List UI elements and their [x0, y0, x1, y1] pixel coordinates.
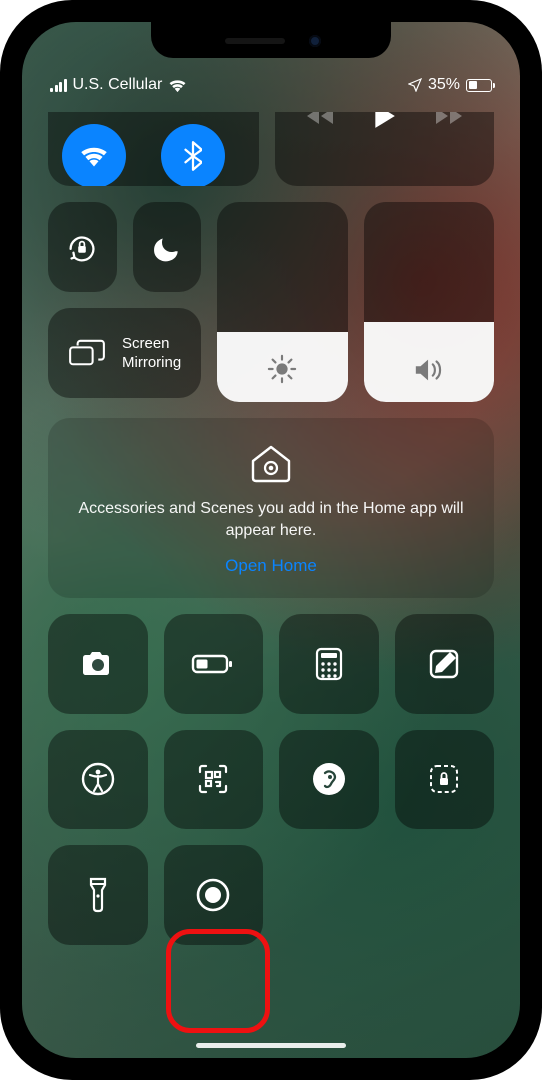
camera-button[interactable]: [48, 614, 148, 714]
brightness-slider[interactable]: [217, 202, 347, 402]
notch: [151, 22, 391, 58]
screen-mirroring-label-2: Mirroring: [122, 353, 181, 372]
forward-icon[interactable]: [434, 112, 464, 126]
volume-slider[interactable]: [364, 202, 494, 402]
screen-mirroring-label-1: Screen: [122, 334, 181, 353]
home-message: Accessories and Scenes you add in the Ho…: [72, 498, 470, 542]
screen-recording-button[interactable]: [164, 845, 264, 945]
qr-code-button[interactable]: [164, 730, 264, 830]
guided-access-button[interactable]: [395, 730, 495, 830]
open-home-link[interactable]: Open Home: [225, 556, 317, 576]
accessibility-button[interactable]: [48, 730, 148, 830]
low-power-mode-button[interactable]: [164, 614, 264, 714]
notes-button[interactable]: [395, 614, 495, 714]
home-indicator[interactable]: [196, 1043, 346, 1048]
orientation-lock-toggle[interactable]: [48, 202, 117, 292]
screen-mirroring-icon: [68, 338, 106, 368]
carrier-label: U.S. Cellular: [73, 76, 163, 94]
calculator-button[interactable]: [279, 614, 379, 714]
battery-percent: 35%: [428, 76, 460, 94]
wifi-toggle[interactable]: [62, 124, 126, 186]
rewind-icon[interactable]: [305, 112, 335, 126]
media-controls-group[interactable]: [275, 112, 494, 186]
wifi-icon: [168, 78, 187, 93]
screen-mirroring-button[interactable]: Screen Mirroring: [48, 308, 201, 398]
connectivity-group[interactable]: [48, 112, 259, 186]
brightness-icon: [267, 354, 297, 384]
flashlight-button[interactable]: [48, 845, 148, 945]
do-not-disturb-toggle[interactable]: [133, 202, 202, 292]
home-panel[interactable]: Accessories and Scenes you add in the Ho…: [48, 418, 494, 598]
cellular-signal-icon: [50, 79, 67, 92]
volume-icon: [413, 356, 445, 384]
home-icon: [249, 444, 293, 484]
hearing-button[interactable]: [279, 730, 379, 830]
battery-icon: [466, 79, 492, 92]
location-icon: [408, 78, 422, 92]
play-icon[interactable]: [372, 112, 396, 129]
bluetooth-toggle[interactable]: [161, 124, 225, 186]
